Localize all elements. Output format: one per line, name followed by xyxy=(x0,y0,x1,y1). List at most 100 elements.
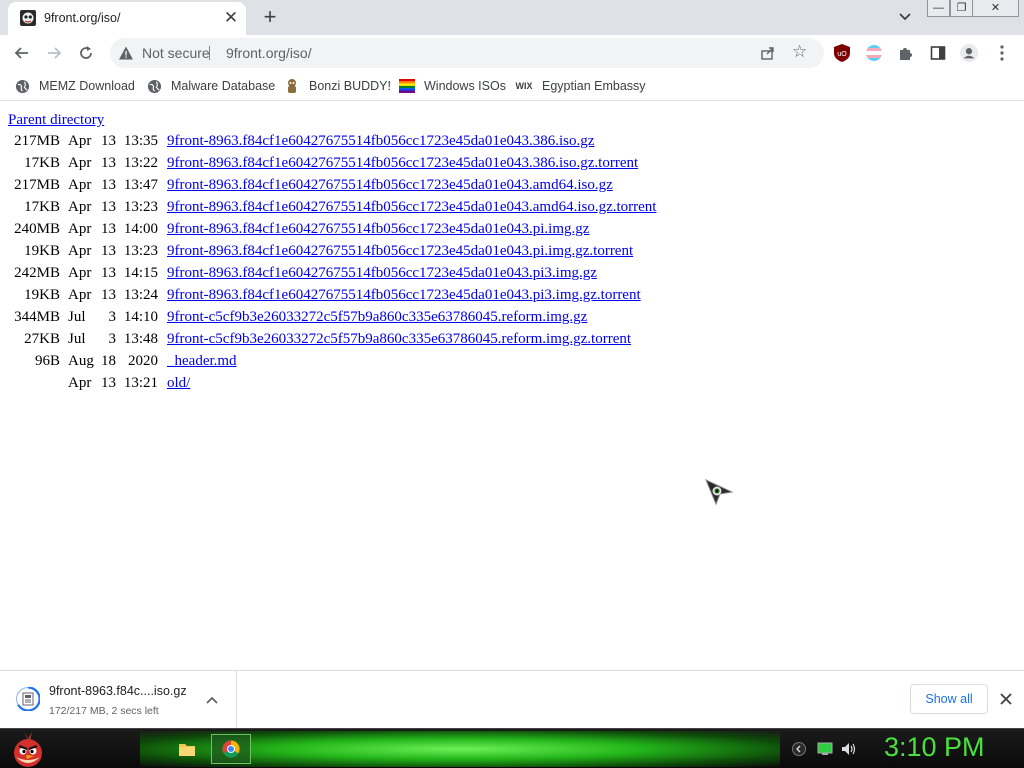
bookmark-label: MEMZ Download xyxy=(39,79,135,93)
bonzi-icon xyxy=(284,78,300,94)
file-link[interactable]: 9front-8963.f84cf1e60427675514fb056cc172… xyxy=(167,133,594,150)
tab-search-chevron-icon[interactable] xyxy=(894,7,916,27)
side-panel-icon[interactable] xyxy=(929,44,947,62)
bookmark-label: Egyptian Embassy xyxy=(542,79,646,93)
file-size: 27KB xyxy=(24,331,60,347)
url-text[interactable]: 9front.org/iso/ xyxy=(226,45,312,61)
parent-directory-link[interactable]: Parent directory xyxy=(8,112,104,129)
glenda-favicon-icon xyxy=(20,10,36,26)
file-link[interactable]: 9front-8963.f84cf1e60427675514fb056cc172… xyxy=(167,287,641,304)
taskbar-clock[interactable]: 3:10 PM xyxy=(884,732,985,763)
file-time: 14:00 xyxy=(123,221,158,237)
new-tab-button[interactable]: + xyxy=(258,5,282,29)
bookmark-memz-download[interactable]: MEMZ Download xyxy=(14,77,135,95)
browser-menu-kebab-icon[interactable] xyxy=(993,44,1011,62)
warning-triangle-icon[interactable] xyxy=(118,45,134,61)
file-month: Apr xyxy=(68,265,92,281)
bookmark-windows-isos[interactable]: Windows ISOs xyxy=(399,77,506,95)
file-time: 13:23 xyxy=(123,243,158,259)
file-day: 3 xyxy=(108,309,117,325)
file-month: Apr xyxy=(68,243,92,259)
reload-icon xyxy=(80,46,92,59)
file-day: 13 xyxy=(101,287,116,303)
file-day: 18 xyxy=(101,353,116,369)
taskbar-file-explorer[interactable] xyxy=(167,734,207,764)
file-link[interactable]: 9front-8963.f84cf1e60427675514fb056cc172… xyxy=(167,265,597,282)
bookmark-star-icon[interactable]: ☆ xyxy=(792,43,810,61)
bookmark-label: Bonzi BUDDY! xyxy=(309,79,391,93)
minimize-button[interactable]: — xyxy=(927,0,950,17)
archive-file-icon xyxy=(16,687,40,711)
file-size: 19KB xyxy=(24,287,60,303)
tray-chevron-icon[interactable] xyxy=(791,741,807,757)
address-bar[interactable]: Not secure 9front.org/iso/ ☆ xyxy=(110,38,824,68)
folder-icon xyxy=(179,744,195,756)
network-monitor-icon[interactable] xyxy=(817,741,833,757)
file-size: 96B xyxy=(34,353,60,369)
profile-avatar-icon[interactable] xyxy=(960,44,978,62)
file-day: 13 xyxy=(101,221,116,237)
bookmark-malware-database[interactable]: Malware Database xyxy=(146,77,275,95)
file-month: Apr xyxy=(68,133,92,149)
security-status-text[interactable]: Not secure xyxy=(142,45,210,61)
forward-button[interactable] xyxy=(41,40,67,66)
globe-icon xyxy=(146,78,162,94)
speaker-volume-icon[interactable] xyxy=(841,741,857,757)
file-size: 217MB xyxy=(14,133,60,149)
file-link[interactable]: old/ xyxy=(167,375,190,392)
file-month: Apr xyxy=(68,177,92,193)
file-month: Apr xyxy=(68,287,92,303)
file-day: 3 xyxy=(108,331,117,347)
bookmarks-bar: MEMZ Download Malware Database Bonzi BUD… xyxy=(0,71,1024,101)
file-size: 217MB xyxy=(14,177,60,193)
tab-title: 9front.org/iso/ xyxy=(44,11,121,25)
file-time: 13:23 xyxy=(123,199,158,215)
restore-button[interactable]: ❐ xyxy=(950,0,973,17)
bookmark-egyptian-embassy[interactable]: WIX Egyptian Embassy xyxy=(515,77,646,95)
angry-bird-start-icon[interactable] xyxy=(8,729,48,768)
page-content: Parent directory 217MB Apr 13 13:35 9front-8… xyxy=(0,102,1024,670)
file-day: 13 xyxy=(101,199,116,215)
file-time: 2020 xyxy=(128,353,158,369)
file-link[interactable]: 9front-8963.f84cf1e60427675514fb056cc172… xyxy=(167,199,656,216)
file-time: 13:21 xyxy=(123,375,158,391)
tab-close-icon[interactable]: ✕ xyxy=(222,9,240,27)
file-link[interactable]: 9front-8963.f84cf1e60427675514fb056cc172… xyxy=(167,155,638,172)
download-filename: 9front-8963.f84c....iso.gz xyxy=(49,684,187,698)
wix-icon: WIX xyxy=(515,81,533,91)
taskbar-chrome[interactable] xyxy=(211,734,251,764)
file-time: 13:48 xyxy=(123,331,158,347)
file-link[interactable]: 9front-8963.f84cf1e60427675514fb056cc172… xyxy=(167,221,589,238)
chevron-up-icon[interactable] xyxy=(204,693,220,707)
file-month: Jul xyxy=(68,309,86,325)
trans-flag-extension-icon[interactable] xyxy=(865,44,883,62)
file-day: 13 xyxy=(101,155,116,171)
download-item[interactable]: 9front-8963.f84c....iso.gz 172/217 MB, 2… xyxy=(0,671,237,728)
tab-strip: 9front.org/iso/ ✕ + — ❐ ✕ xyxy=(0,0,1024,35)
eye-cursor-icon xyxy=(705,479,734,506)
reload-button[interactable] xyxy=(73,40,99,66)
show-all-button[interactable]: Show all xyxy=(910,684,988,714)
window-close-button[interactable]: ✕ xyxy=(973,0,1019,17)
chrome-icon xyxy=(222,740,240,758)
ublock-extension-icon[interactable]: uO xyxy=(833,44,851,62)
file-time: 14:10 xyxy=(123,309,158,325)
file-link[interactable]: 9front-c5cf9b3e26033272c5f57b9a860c335e6… xyxy=(167,309,587,326)
file-size: 19KB xyxy=(24,243,60,259)
file-month: Aug xyxy=(68,353,94,369)
bookmark-label: Windows ISOs xyxy=(424,79,506,93)
browser-tab-active[interactable]: 9front.org/iso/ ✕ xyxy=(8,2,246,35)
extensions-puzzle-icon[interactable] xyxy=(897,44,915,62)
close-icon[interactable] xyxy=(997,690,1015,708)
file-link[interactable]: 9front-8963.f84cf1e60427675514fb056cc172… xyxy=(167,243,633,260)
download-shelf: 9front-8963.f84c....iso.gz 172/217 MB, 2… xyxy=(0,670,1024,728)
share-icon[interactable] xyxy=(760,45,776,61)
file-link[interactable]: 9front-c5cf9b3e26033272c5f57b9a860c335e6… xyxy=(167,331,631,348)
file-link[interactable]: _header.md xyxy=(167,353,237,370)
file-day: 13 xyxy=(101,243,116,259)
file-size: 242MB xyxy=(14,265,60,281)
file-link[interactable]: 9front-8963.f84cf1e60427675514fb056cc172… xyxy=(167,177,613,194)
back-button[interactable] xyxy=(9,40,35,66)
file-day: 13 xyxy=(101,265,116,281)
bookmark-bonzi-buddy[interactable]: Bonzi BUDDY! xyxy=(284,77,391,95)
